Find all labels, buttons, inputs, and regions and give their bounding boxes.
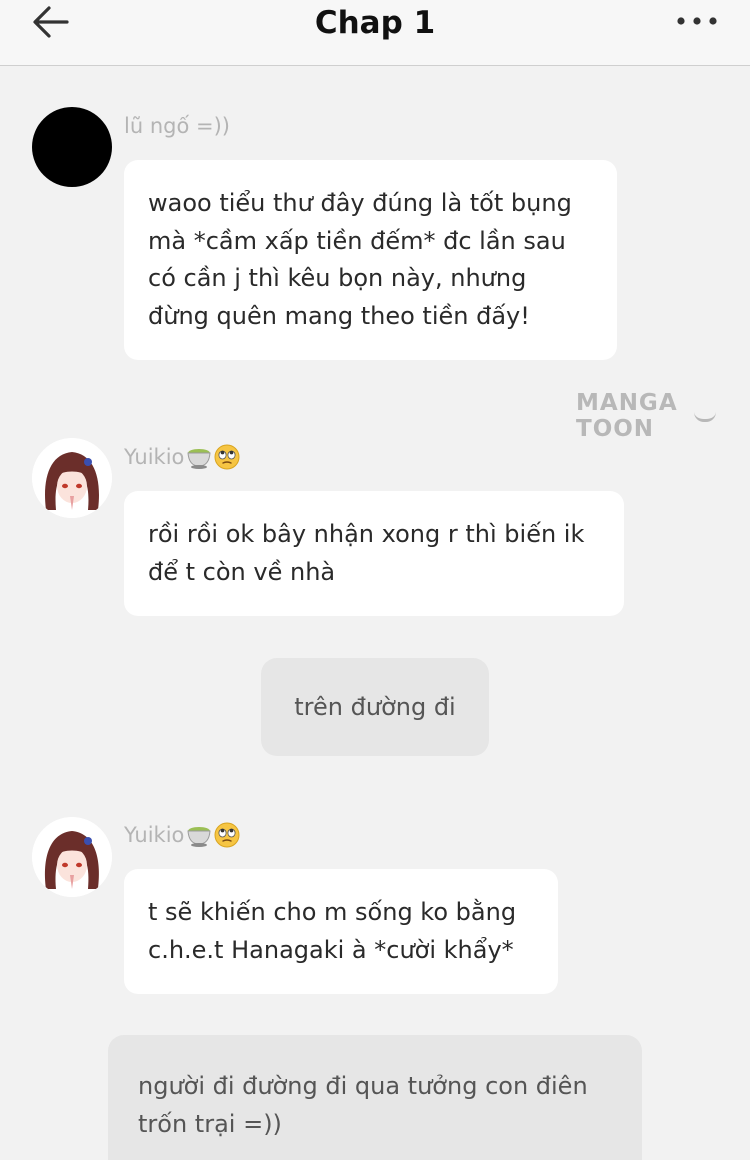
smile-icon: [694, 412, 716, 422]
tea-cup-icon: [187, 449, 211, 469]
narration-line: trên đường đi: [294, 693, 456, 721]
message-line: c.h.e.t Hanagaki à *cười khẩy*: [148, 935, 514, 964]
message-line: rồi rồi ok bây nhận xong r thì biến ik: [148, 520, 585, 548]
narration-bubble: người đi đường đi qua tưởng con điên trố…: [108, 1035, 642, 1160]
sender-name: Yuikio: [124, 823, 185, 847]
message-line: đừng quên mang theo tiền đấy!: [148, 301, 530, 330]
sender-name: Yuikio: [124, 445, 185, 469]
message-line: t sẽ khiến cho m sống ko bằng: [148, 898, 517, 926]
chat-bubble: t sẽ khiến cho m sống ko bằng c.h.e.t Ha…: [124, 869, 558, 994]
chat-bubble: rồi rồi ok bây nhận xong r thì biến ik đ…: [124, 491, 624, 616]
sender-name-row: Yuikio: [124, 820, 240, 850]
message-line: có cần j thì kêu bọn này, nhưng: [148, 264, 527, 292]
avatar[interactable]: [32, 107, 112, 187]
watermark-text: MANGA TOON: [576, 390, 678, 442]
message-line: để t còn về nhà: [148, 557, 336, 586]
message-line: waoo tiểu thư đây đúng là tốt bụng: [148, 189, 572, 217]
eye-roll-icon: [214, 444, 240, 470]
page-title: Chap 1: [314, 5, 436, 41]
narration-bubble: trên đường đi: [261, 658, 489, 756]
tea-cup-icon: [187, 827, 211, 847]
avatar[interactable]: [32, 817, 112, 897]
more-horizontal-icon: [677, 17, 717, 25]
anime-girl-avatar-icon: [32, 438, 112, 518]
avatar[interactable]: [32, 438, 112, 518]
sender-name-row: Yuikio: [124, 442, 240, 472]
chat-bubble: waoo tiểu thư đây đúng là tốt bụng mà *c…: [124, 160, 617, 360]
anime-girl-avatar-icon: [32, 817, 112, 897]
sender-name: lũ ngố =)): [124, 114, 230, 138]
more-options-button[interactable]: [672, 6, 722, 36]
eye-roll-icon: [214, 822, 240, 848]
narration-line: người đi đường đi qua tưởng con điên: [138, 1072, 588, 1100]
top-bar: Chap 1: [0, 0, 750, 66]
narration-line: trốn trại =)): [138, 1110, 282, 1138]
message-line: mà *cầm xấp tiền đếm* đc lần sau: [148, 226, 566, 255]
watermark-logo: MANGA TOON: [576, 390, 746, 442]
